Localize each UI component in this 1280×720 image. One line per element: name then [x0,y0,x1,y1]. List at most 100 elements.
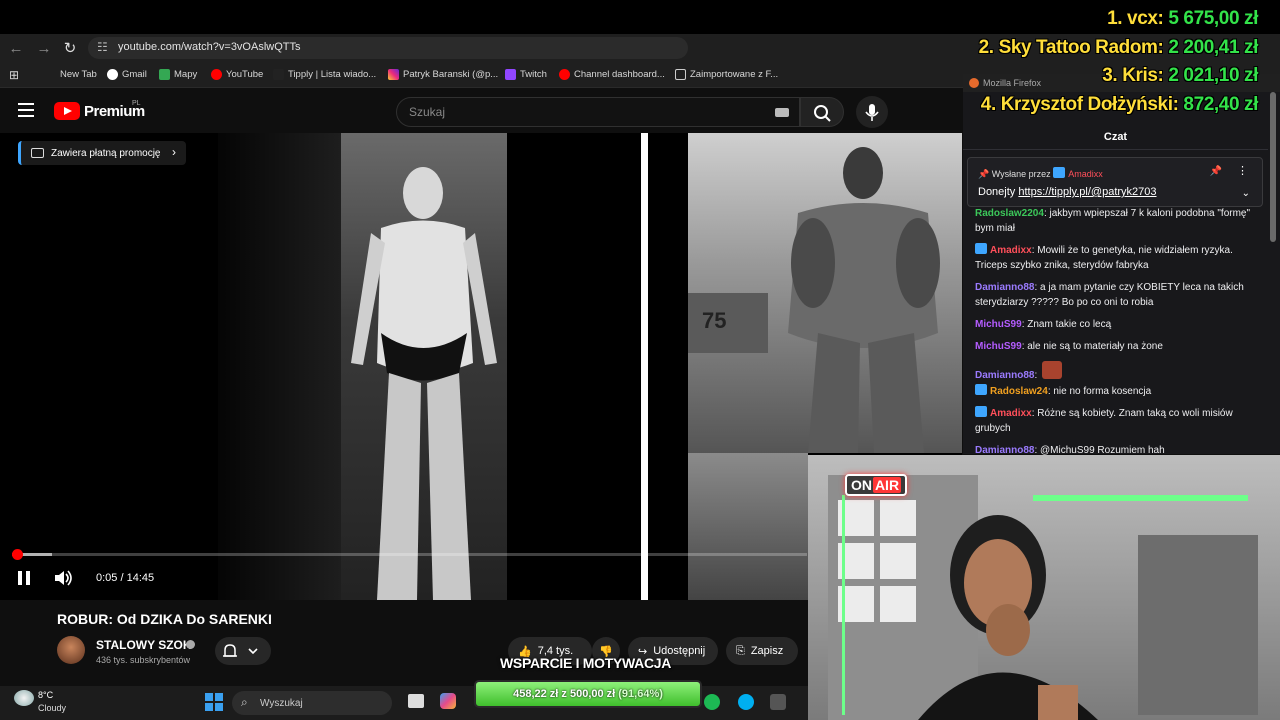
apps-grid-icon[interactable]: ⊞ [9,68,19,82]
bookmark-folder-imported[interactable]: Zaimportowane z F... [675,69,778,80]
copilot-icon[interactable] [440,693,456,709]
youtube-logo-icon[interactable] [54,102,80,120]
browser-titlebar [0,0,1280,34]
weather-temperature: 8°C [38,690,54,700]
chat-message: Radoslaw2204: jakbym wpiepszał 7 k kalon… [975,206,1255,236]
volume-icon [55,570,72,586]
chat-username[interactable]: Amadixx [990,245,1032,256]
goal-title: WSPARCIE I MOTYWACJA [500,655,672,671]
donation-goal-bar: 458,22 zł z 500,00 zł (91,64%) [474,680,702,708]
svg-text:75: 75 [702,308,726,333]
goal-percent: (91,64%) [618,688,663,700]
forward-icon[interactable]: → [33,37,55,59]
chevron-down-icon[interactable]: ⌄ [1242,188,1250,199]
goal-current: 458,22 zł [513,688,559,700]
search-icon [814,105,831,122]
time-display: 0:05 / 14:45 [96,572,155,584]
pinned-text: Donejty https://tipply.pl/@patryk2703 [978,186,1157,198]
task-view-icon[interactable] [408,694,424,708]
bookmark-youtube[interactable]: YouTube [211,69,263,80]
region-code: PL [132,100,141,107]
user-badge-icon [975,243,987,254]
calculator-icon[interactable] [770,694,786,710]
twitch-icon [505,69,516,80]
chat-message: Amadixx: Mowili że to genetyka, nie widz… [975,243,1255,273]
channel-avatar[interactable] [57,636,85,664]
pause-icon [18,571,30,585]
chat-message: MichuS99: ale nie są to materiały na żon… [975,339,1255,354]
paid-promotion-icon [31,148,44,158]
on-air-sign: ON AIR [845,474,907,496]
chat-separator: : [1034,370,1041,381]
weather-description: Cloudy [38,703,67,713]
chat-text: ale nie są to materiały na żone [1027,341,1163,352]
chat-text: Znam takie co lecą [1027,319,1112,330]
goal-target: 500,00 zł [569,688,616,700]
chat-scrollbar[interactable] [1270,92,1276,242]
video-frame-photo-bottom [688,453,808,600]
video-title: ROBUR: Od DZIKA Do SARENKI [57,611,272,627]
chat-username[interactable]: MichuS99 [975,341,1022,352]
pinned-message[interactable]: 📌 Wysłane przez Amadixx Donejty https://… [967,157,1263,207]
progress-scrubber[interactable] [11,549,23,560]
channel-name[interactable]: STALOWY SZOK [96,638,192,652]
site-info-icon[interactable]: ☷ [97,40,108,54]
save-label: Zapisz [750,645,784,657]
save-button[interactable]: ⎘ Zapisz [726,637,798,665]
bodybuilder-young-figure [351,167,497,600]
video-frame-gradient [218,133,341,600]
chat-username[interactable]: MichuS99 [975,319,1022,330]
paid-promotion-label: Zawiera płatną promocję [51,147,161,159]
keyboard-icon[interactable] [775,108,789,117]
volume-button[interactable] [53,569,73,587]
bookmark-instagram[interactable]: Patryk Baranski (@p... [388,69,498,80]
bookmark-tipply[interactable]: Tipply | Lista wiado... [273,69,376,80]
bookmark-new-tab[interactable]: New Tab [60,69,97,80]
instagram-icon [388,69,399,80]
chat-username[interactable]: Damianno88 [975,282,1034,293]
voice-search-button[interactable] [856,96,888,128]
chat-text: nie no forma kosencja [1053,386,1152,397]
windows-start-icon[interactable] [205,693,223,711]
search-input[interactable]: Szukaj [396,97,800,127]
bookmark-channel-dashboard[interactable]: Channel dashboard... [559,69,665,80]
pinned-by: 📌 Wysłane przez Amadixx [978,167,1103,179]
leaderboard-row-4: 4. Krzysztof Dołżyński: 872,40 zł [980,94,1259,115]
pinned-link[interactable]: https://tipply.pl/@patryk2703 [1018,186,1156,198]
firefox-window-title: Mozilla Firefox [983,78,1042,88]
chevron-right-icon: › [172,145,176,159]
chat-username[interactable]: Amadixx [990,408,1032,419]
chat-message: Damianno88: a ja mam pytanie czy KOBIETY… [975,280,1255,310]
google-icon [107,69,118,80]
skype-icon[interactable] [738,694,754,710]
weather-icon[interactable] [14,690,34,706]
reload-icon[interactable]: ↻ [59,37,81,59]
taskbar-search-placeholder: Wyszukaj [260,697,303,709]
chat-username[interactable]: Radoslaw2204 [975,208,1044,219]
chat-username[interactable]: Damianno88 [975,370,1034,381]
progress-bar[interactable] [12,553,807,556]
bookmark-mapy[interactable]: Mapy [159,69,197,80]
spotify-icon[interactable] [704,694,720,710]
save-icon: ⎘ [736,644,745,657]
microphone-icon [865,104,879,121]
tipply-icon [273,69,284,80]
taskbar-search[interactable]: ⌕ Wyszukaj [232,691,392,715]
search-button[interactable] [800,97,844,127]
bodybuilder-posing-figure: 75 [688,147,940,453]
chat-message: Amadixx: Różne są kobiety. Znam taką co … [975,406,1255,436]
pin-icon[interactable]: 📌 [1210,166,1222,177]
chat-message: MichuS99: Znam takie co lecą [975,317,1255,332]
bell-icon [223,644,258,657]
back-icon[interactable]: ← [5,37,27,59]
bookmark-twitch[interactable]: Twitch [505,69,547,80]
paid-promotion-badge[interactable]: Zawiera płatną promocję › [18,141,186,165]
chat-username[interactable]: Radoslaw24 [990,386,1048,397]
leaderboard-row-3: 3. Kris: 2 021,10 zł [1102,65,1258,86]
bookmark-gmail[interactable]: Gmail [107,69,147,80]
address-bar[interactable]: ☷ youtube.com/watch?v=3vOAslwQTTs [88,37,688,59]
subscription-bell-button[interactable] [215,637,271,665]
menu-icon[interactable] [18,103,34,117]
more-options-icon[interactable]: ⋮ [1237,164,1248,177]
pause-button[interactable] [17,570,31,586]
